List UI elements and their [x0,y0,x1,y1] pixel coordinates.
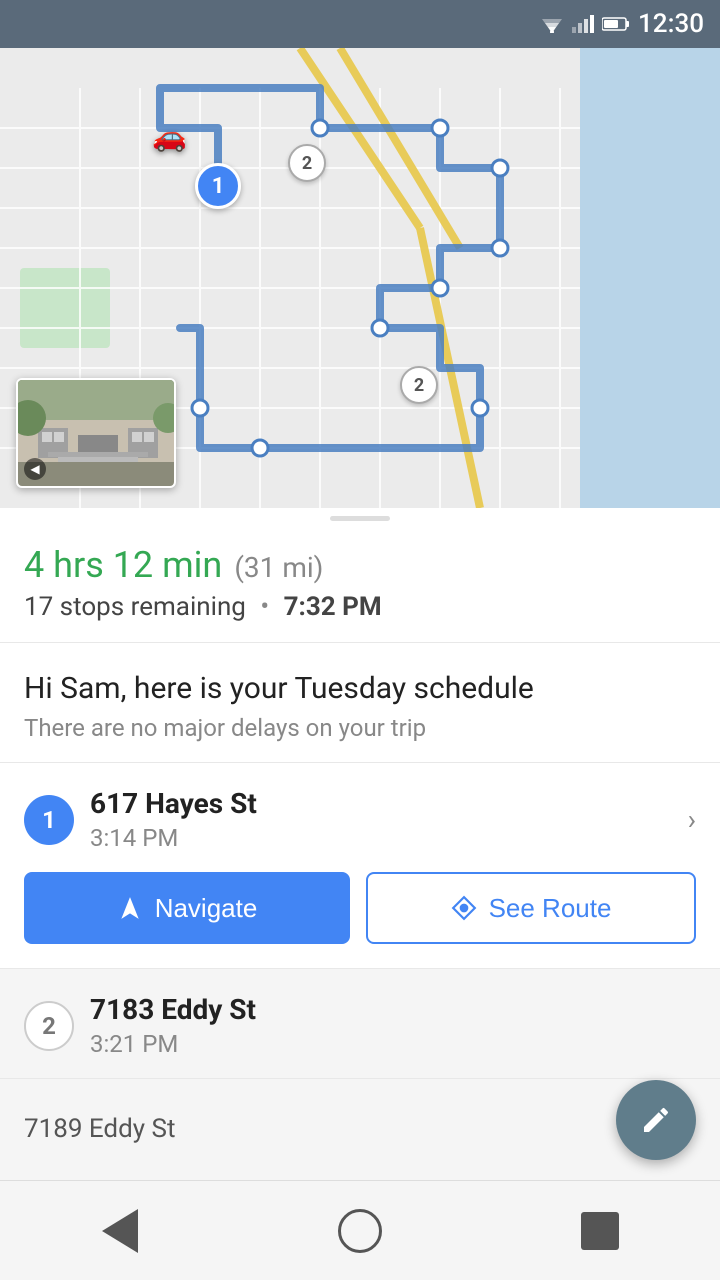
partial-stop-address: 7189 Eddy St [24,1114,175,1144]
status-icons: 12:30 [540,9,704,39]
stop-2-number: 2 [24,1001,74,1051]
stop-marker-1: 1 [195,163,241,209]
home-button[interactable] [330,1201,390,1261]
thumbnail-house-image [18,380,174,460]
status-bar: 12:30 [0,0,720,48]
stop-1-chevron[interactable]: › [688,803,696,836]
drag-handle-bar [330,516,390,521]
street-view-thumbnail[interactable]: ◀ [16,378,176,488]
stop-marker-2b: 2 [400,366,438,404]
status-time: 12:30 [638,9,704,39]
stop-2-address: 7183 Eddy St [90,993,696,1026]
drag-handle[interactable] [0,508,720,528]
schedule-greeting: Hi Sam, here is your Tuesday schedule [24,671,696,706]
stop-icon [581,1212,619,1250]
trip-distance: (31 mi) [234,551,323,584]
trip-stops-row: 17 stops remaining • 7:32 PM [24,592,696,622]
stop-button[interactable] [570,1201,630,1261]
car-icon: 🚗 [152,120,187,153]
stop-item-1: 1 617 Hayes St 3:14 PM › Navigate See Ro… [0,763,720,969]
stop-marker-2a: 2 [288,144,326,182]
signal-icon [572,15,594,33]
stop-2-time: 3:21 PM [90,1030,696,1058]
wifi-icon [540,15,564,33]
navigation-bar [0,1180,720,1280]
edit-icon [640,1104,672,1136]
stop-1-address: 617 Hayes St [90,787,672,820]
partial-content: 7189 Eddy St [24,1099,696,1159]
stop-2-header: 2 7183 Eddy St 3:21 PM [24,993,696,1058]
fab-edit-button[interactable] [616,1080,696,1160]
see-route-button[interactable]: See Route [366,872,696,944]
stop-1-header: 1 617 Hayes St 3:14 PM › [24,787,696,852]
home-icon [338,1209,382,1253]
back-icon [102,1209,138,1253]
see-route-icon [451,895,477,921]
stops-separator: • [260,592,269,622]
stop-1-number: 1 [24,795,74,845]
trip-info-panel: 4 hrs 12 min (31 mi) 17 stops remaining … [0,528,720,643]
stop-item-2: 2 7183 Eddy St 3:21 PM [0,969,720,1079]
trip-duration: 4 hrs 12 min [24,544,222,586]
trip-time-row: 4 hrs 12 min (31 mi) [24,544,696,586]
schedule-header: Hi Sam, here is your Tuesday schedule Th… [0,643,720,763]
stops-text: 17 stops remaining [24,592,246,622]
navigate-button[interactable]: Navigate [24,872,350,944]
schedule-subtitle: There are no major delays on your trip [24,714,696,742]
navigate-icon [117,895,143,921]
stop-item-partial: 7189 Eddy St [0,1079,720,1159]
map-container[interactable]: 🚗 1 2 2 [0,48,720,508]
arrival-time: 7:32 PM [284,592,382,622]
stop-1-time: 3:14 PM [90,824,672,852]
thumbnail-nav-arrow: ◀ [24,458,46,480]
stop-2-info: 7183 Eddy St 3:21 PM [90,993,696,1058]
stop-1-actions: Navigate See Route [24,872,696,968]
battery-icon [602,16,630,32]
back-button[interactable] [90,1201,150,1261]
stop-1-info: 617 Hayes St 3:14 PM [90,787,672,852]
